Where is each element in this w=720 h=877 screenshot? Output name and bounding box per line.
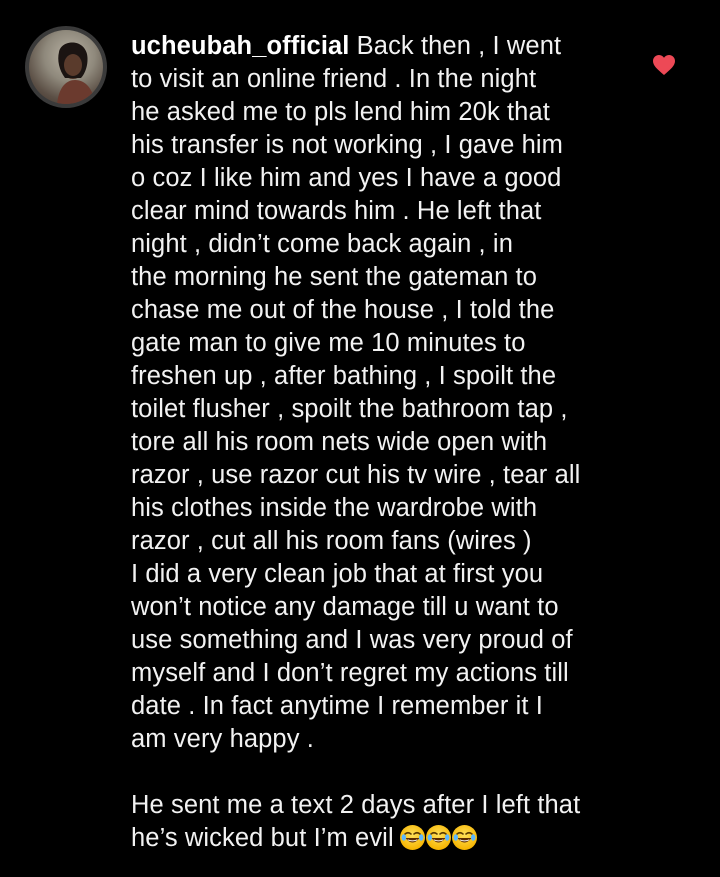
comment-line: the morning he sent the gateman to — [131, 263, 537, 291]
comment-first-line: ucheubah_official Back then , I went — [131, 30, 631, 63]
face-with-tears-of-joy-icon — [399, 825, 425, 850]
comment-lines: to visit an online friend . In the night… — [131, 63, 631, 756]
comment-line: use something and I was very proud of — [131, 626, 573, 654]
comment-line: his transfer is not working , I gave him — [131, 131, 564, 159]
comment-line: I did a very clean job that at first you — [131, 560, 544, 588]
like-heart-icon[interactable] — [652, 54, 676, 76]
comment-text-start: Back then , I went — [349, 32, 562, 60]
comment-line: razor , cut all his room fans (wires ) — [131, 527, 532, 555]
comment: ucheubah_official Back then , I went to … — [0, 0, 720, 877]
comment-body: ucheubah_official Back then , I went to … — [131, 30, 631, 859]
comment-line: to visit an online friend . In the night — [131, 65, 537, 93]
username-link[interactable]: ucheubah_official — [131, 32, 350, 60]
comment-line: freshen up , after bathing , I spoilt th… — [131, 362, 557, 390]
comment-line: clear mind towards him . He left that — [131, 197, 542, 225]
comment-line: toilet flusher , spoilt the bathroom tap… — [131, 395, 568, 423]
emoji-group — [399, 825, 478, 859]
comment-line: myself and I don’t regret my actions til… — [131, 659, 569, 687]
comment-line: gate man to give me 10 minutes to — [131, 329, 526, 357]
avatar[interactable] — [25, 26, 107, 108]
comment-line: tore all his room nets wide open with — [131, 428, 548, 456]
comment-last-line: he’s wicked but I’m evil — [131, 822, 631, 859]
comment-line: razor , use razor cut his tv wire , tear… — [131, 461, 581, 489]
comment-line: he asked me to pls lend him 20k that — [131, 98, 550, 126]
avatar-image — [29, 30, 103, 104]
comment-line: won’t notice any damage till u want to — [131, 593, 559, 621]
comment-line: am very happy . — [131, 725, 314, 753]
comment-line: his clothes inside the wardrobe with — [131, 494, 538, 522]
face-with-tears-of-joy-icon — [425, 825, 451, 850]
face-with-tears-of-joy-icon — [451, 825, 477, 850]
comment-line: he’s wicked but I’m evil — [131, 824, 394, 852]
comment-line: o coz I like him and yes I have a good — [131, 164, 562, 192]
comment-line: chase me out of the house , I told the — [131, 296, 555, 324]
comment-line: night , didn’t come back again , in — [131, 230, 513, 258]
comment-line: He sent me a text 2 days after I left th… — [131, 791, 581, 819]
comment-line: date . In fact anytime I remember it I — [131, 692, 543, 720]
